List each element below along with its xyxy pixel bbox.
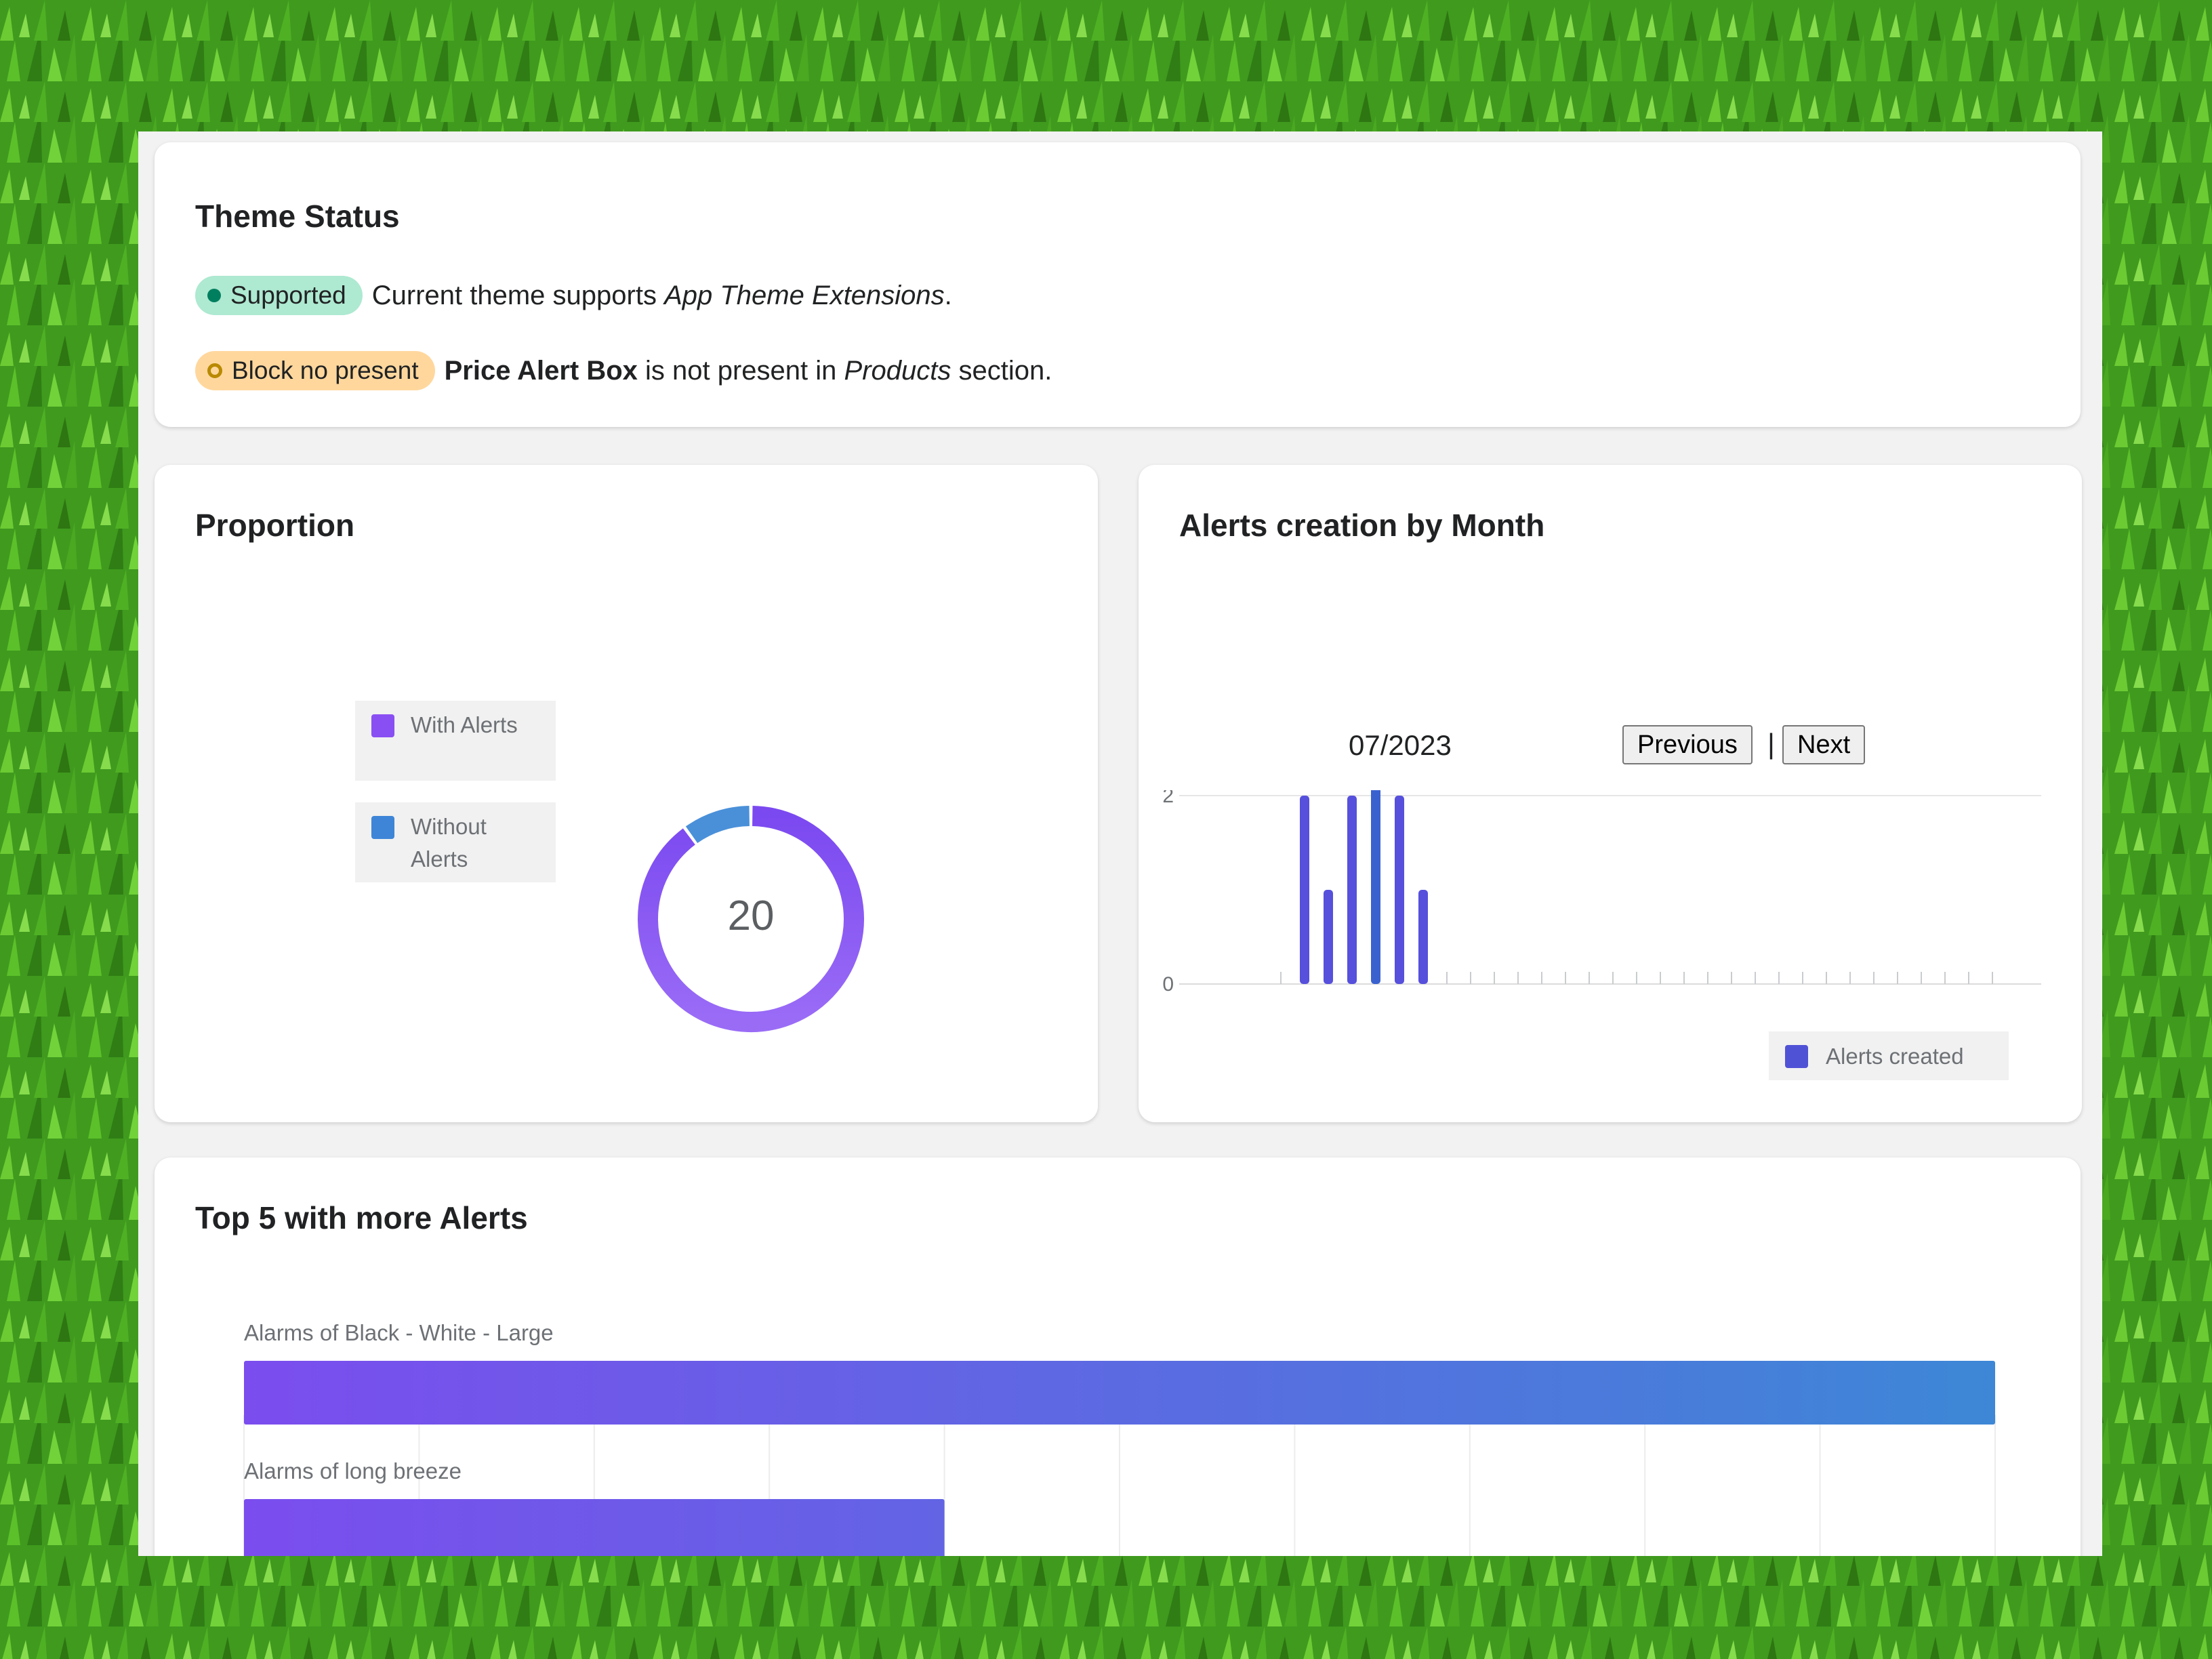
alerts-by-month-card: Alerts creation by Month 07/2023 Previou… [1139,465,2082,1122]
theme-status-title: Theme Status [195,199,400,234]
alerts-by-month-title: Alerts creation by Month [1179,508,1545,543]
block-badge-label: Block no present [232,356,419,384]
supported-status-row: Supported Current theme supports App The… [195,275,952,316]
supported-text-end: . [944,280,952,310]
theme-status-card: Theme Status Supported Current theme sup… [155,142,2081,427]
donut-center-value: 20 [728,893,775,939]
supported-text: Current theme supports [371,280,665,310]
proportion-donut-chart: 20 [638,806,864,1032]
top5-card: Top 5 with more Alerts Alarms of Black -… [155,1158,2081,1556]
alerts-created-label: Alerts created [1826,1044,1964,1069]
app-screen: Theme Status Supported Current theme sup… [138,131,2102,1556]
filled-dot-icon [207,289,221,302]
alerts-bar-day-2[interactable] [1300,796,1309,984]
price-alert-box-text: Price Alert Box [444,355,638,386]
top5-bar[interactable] [244,1499,945,1556]
y-tick-label: 2 [1162,790,1174,807]
alerts-bar-day-5[interactable] [1371,790,1380,984]
next-button[interactable]: Next [1782,725,1866,764]
ring-dot-icon [207,363,222,378]
previous-button[interactable]: Previous [1622,725,1753,764]
y-tick-label: 0 [1162,973,1174,996]
supported-badge-label: Supported [230,281,346,309]
alerts-created-legend[interactable]: Alerts created [1769,1031,2009,1080]
alerts-by-month-chart: 02 [1162,790,2041,996]
top5-bar-label: Alarms of long breeze [244,1458,462,1483]
alerts-bar-day-7[interactable] [1418,890,1428,984]
legend-with-alerts[interactable]: With Alerts [355,701,556,781]
without-alerts-label: Without Alerts [411,814,487,872]
top5-bar-chart: Alarms of Black - White - Large Alarms of… [243,1320,1996,1556]
block-badge: Block no present [195,351,435,390]
proportion-card: Proportion With Alerts Without Alerts 20 [155,465,1098,1122]
supported-badge: Supported [195,276,363,315]
alerts-bar-day-4[interactable] [1347,796,1357,984]
with-alerts-swatch [371,714,394,737]
alerts-bar-day-3[interactable] [1324,890,1333,984]
alerts-created-swatch [1785,1045,1808,1068]
with-alerts-label: With Alerts [411,712,518,737]
block-text: is not present in [637,355,844,386]
nav-separator: | [1767,728,1775,760]
top5-bar[interactable] [244,1361,1995,1425]
top5-bar-label: Alarms of Black - White - Large [244,1320,554,1345]
legend-without-alerts[interactable]: Without Alerts [355,802,556,882]
proportion-title: Proportion [195,508,355,543]
block-text-end: section. [951,355,1052,386]
without-alerts-swatch [371,816,394,839]
block-status-row: Block no present Price Alert Box is not … [195,350,1052,391]
app-theme-extensions-text: App Theme Extensions [664,280,945,310]
current-month-label: 07/2023 [1349,729,1452,761]
donut-slice-without-alerts[interactable] [685,806,750,844]
alerts-bar-day-6[interactable] [1395,796,1404,984]
products-text: Products [844,355,951,386]
